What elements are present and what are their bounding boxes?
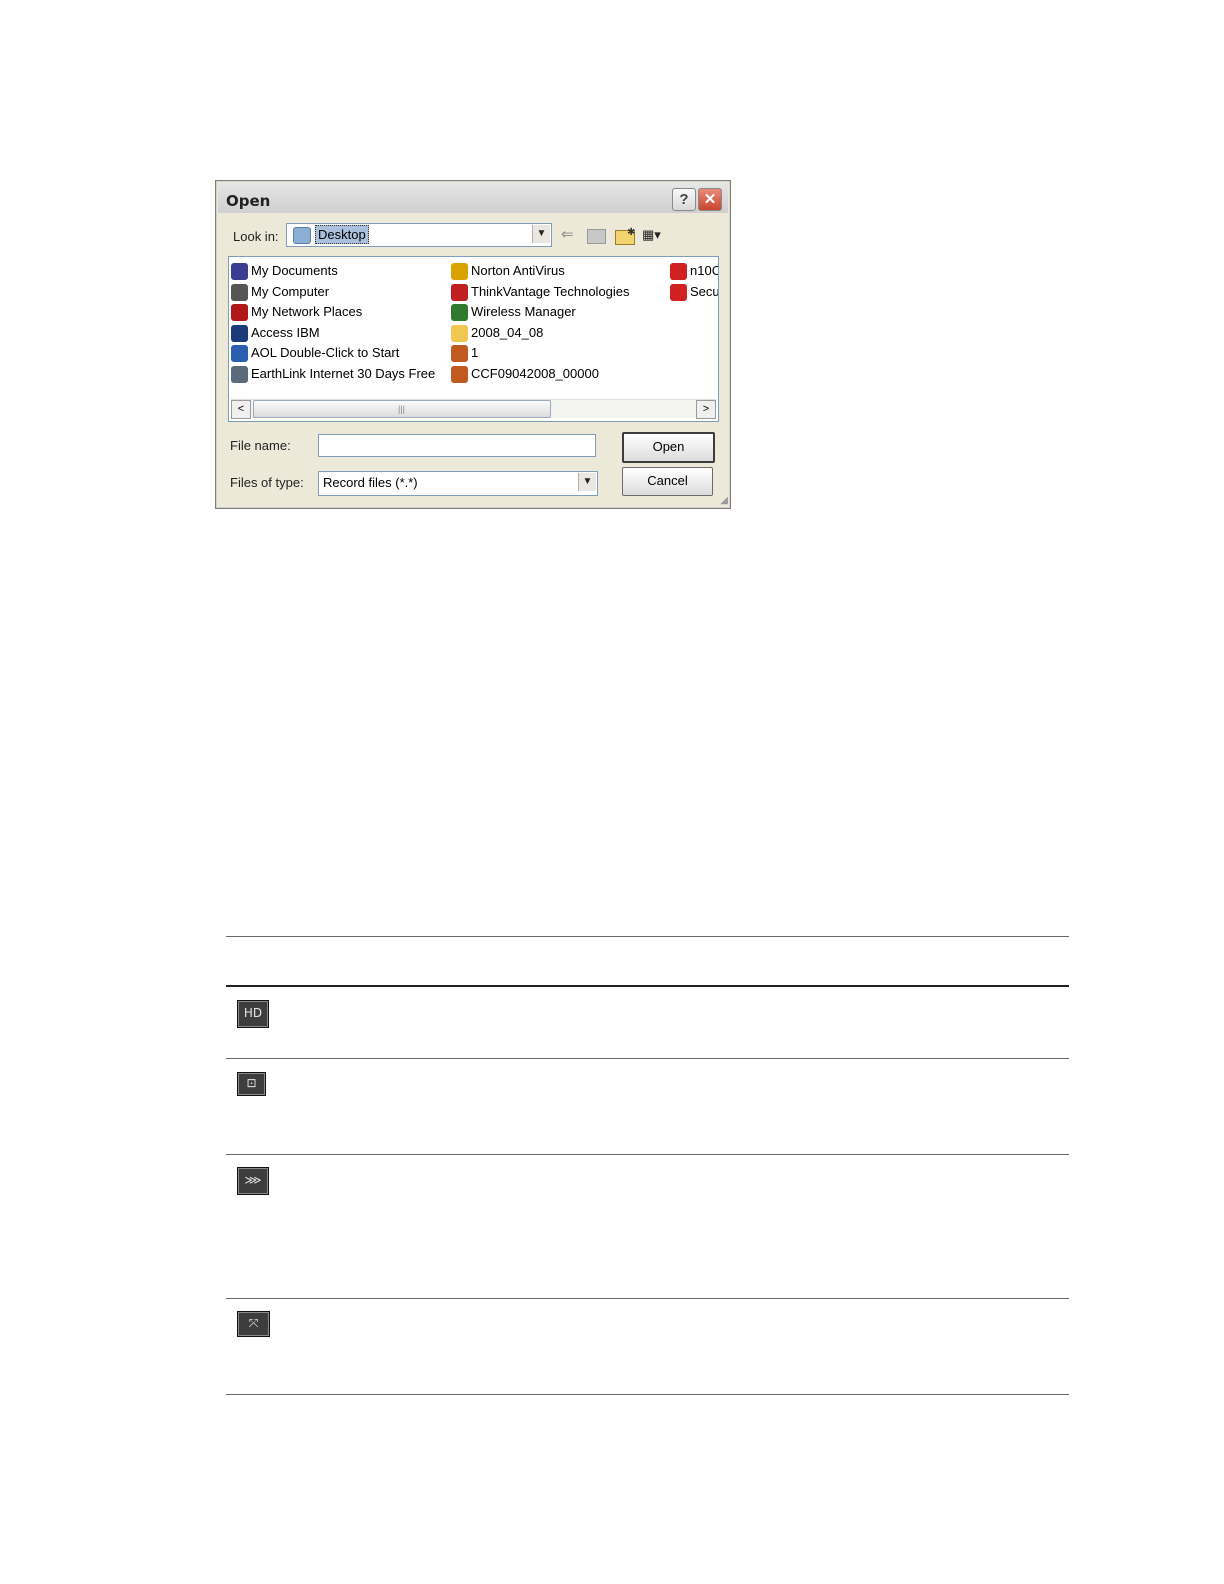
hd-icon: HD — [237, 1000, 269, 1028]
cancel-button[interactable]: Cancel — [622, 467, 713, 496]
file-list-item-label: Norton AntiVirus — [471, 263, 565, 278]
table-header-rule — [226, 985, 1069, 987]
access-ibm-icon — [231, 324, 248, 342]
file-list-item[interactable]: Access IBM — [231, 323, 435, 344]
row-divider — [226, 1298, 1069, 1299]
file-column-3: n10C Secu — [670, 261, 719, 303]
desktop-icon — [293, 227, 311, 244]
file-list-item-label: AOL Double-Click to Start — [251, 345, 400, 360]
view-menu-icon[interactable]: ▦▾ — [642, 226, 672, 244]
file-list-item[interactable]: AOL Double-Click to Start — [231, 343, 435, 364]
file-name-label: File name: — [230, 438, 291, 453]
file-list-item-label: n10C — [690, 263, 719, 278]
file-list-item-label: My Computer — [251, 283, 330, 299]
file-list-item-label: 2008_04_08 — [471, 324, 544, 340]
scroll-left-button[interactable]: < — [231, 400, 251, 419]
record-file-icon — [451, 365, 468, 383]
row-divider — [226, 1058, 1069, 1059]
scroll-thumb[interactable]: ||| — [253, 400, 551, 418]
help-button[interactable]: ? — [672, 188, 696, 211]
scroll-right-button[interactable]: > — [696, 400, 716, 419]
close-button[interactable]: ✕ — [698, 188, 722, 211]
scroll-grip-icon: ||| — [398, 404, 406, 414]
network-places-icon — [231, 304, 248, 322]
fit-window-icon: ⊡ — [237, 1072, 266, 1096]
file-list-item-label: My Network Places — [251, 304, 363, 319]
norton-icon — [451, 263, 468, 281]
file-list-item-label: ThinkVantage Technologies — [471, 283, 630, 299]
file-list-item-label: EarthLink Internet 30 Days Free — [251, 365, 436, 381]
row-divider — [226, 1154, 1069, 1155]
my-computer-icon — [231, 283, 248, 301]
file-list-item-label: 1 — [471, 345, 479, 360]
files-of-type-label: Files of type: — [230, 475, 304, 490]
file-column-1: My Documents My Computer My Network Places… — [231, 261, 435, 384]
look-in-value: Desktop — [315, 225, 369, 244]
file-list-item-label: CCF09042008_00000 — [471, 365, 599, 381]
resize-grip-icon[interactable]: ◢ — [720, 495, 728, 506]
open-button[interactable]: Open — [622, 432, 715, 463]
file-list-item[interactable]: EarthLink Internet 30 Days Free — [231, 364, 435, 385]
wireless-manager-icon — [451, 304, 468, 322]
file-list-item[interactable]: Wireless Manager — [451, 302, 630, 323]
file-list-item[interactable]: 2008_04_08 — [451, 323, 630, 344]
horizontal-scrollbar[interactable]: < ||| > — [231, 399, 716, 419]
open-dialog: Open ? ✕ Look in: Desktop ▼ ⇐ ✱ ▦▾ My Do… — [215, 180, 731, 509]
files-of-type-dropdown[interactable]: Record files (*.*) ▼ — [318, 471, 598, 496]
file-list-item-label: Wireless Manager — [471, 304, 576, 319]
file-column-2: Norton AntiVirus ThinkVantage Technologie… — [451, 261, 630, 384]
file-list-item-label: My Documents — [251, 263, 338, 278]
my-documents-icon — [231, 263, 248, 281]
chevron-down-icon[interactable]: ▼ — [578, 473, 596, 491]
dialog-title: Open — [226, 192, 271, 210]
table-top-rule — [226, 936, 1069, 937]
file-list-item[interactable]: Secu — [670, 282, 719, 303]
look-in-label: Look in: — [233, 229, 279, 244]
look-in-dropdown[interactable]: Desktop ▼ — [286, 223, 552, 247]
record-file-icon — [451, 345, 468, 363]
file-list-item[interactable]: n10C — [670, 261, 719, 282]
files-of-type-value: Record files (*.*) — [323, 475, 418, 490]
file-list-item[interactable]: My Computer — [231, 282, 435, 303]
thinkvantage-icon — [451, 283, 468, 301]
fullscreen-icon: ⤧ — [237, 1311, 270, 1337]
pdf-icon — [670, 263, 687, 281]
file-list-item[interactable]: 1 — [451, 343, 630, 364]
file-list-item[interactable]: Norton AntiVirus — [451, 261, 630, 282]
stretch-icon: ⋙ — [237, 1167, 269, 1195]
table-bottom-rule — [226, 1394, 1069, 1395]
aol-icon — [231, 345, 248, 363]
folder-icon — [451, 324, 468, 342]
file-list-item[interactable]: My Documents — [231, 261, 435, 282]
file-name-input[interactable] — [318, 434, 596, 457]
file-list-item[interactable]: CCF09042008_00000 — [451, 364, 630, 385]
earthlink-icon — [231, 365, 248, 383]
file-list-item-label: Secu — [690, 283, 719, 299]
file-list-item[interactable]: ThinkVantage Technologies — [451, 282, 630, 303]
new-folder-icon[interactable]: ✱ — [615, 227, 635, 245]
file-list: My Documents My Computer My Network Places… — [228, 256, 719, 422]
title-bar: Open ? ✕ — [218, 183, 728, 213]
file-list-item[interactable]: My Network Places — [231, 302, 435, 323]
back-arrow-icon[interactable]: ⇐ — [561, 226, 574, 244]
pdf-icon — [670, 283, 687, 301]
chevron-down-icon[interactable]: ▼ — [532, 225, 550, 243]
up-folder-icon[interactable] — [587, 229, 606, 244]
file-list-item-label: Access IBM — [251, 324, 320, 340]
